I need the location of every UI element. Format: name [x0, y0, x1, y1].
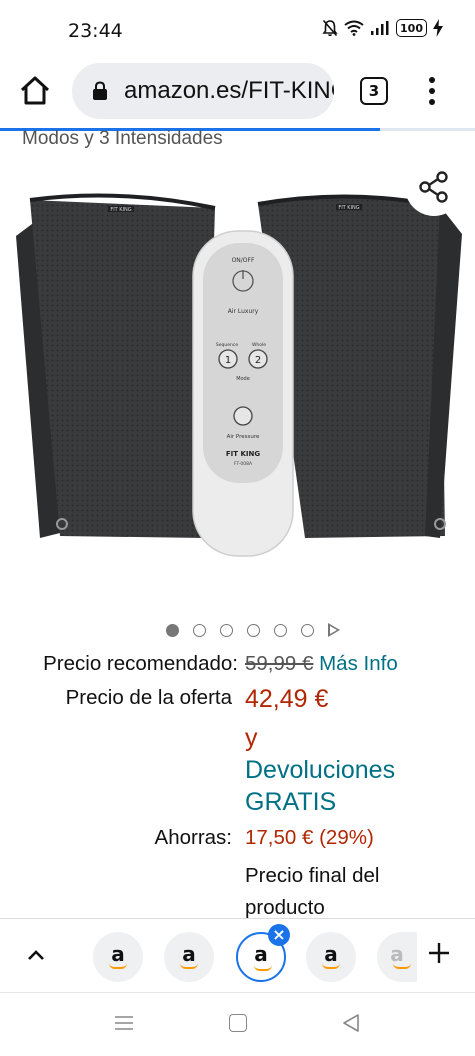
list-price-label: Precio recomendado: [43, 652, 238, 675]
back-icon[interactable] [342, 1013, 360, 1033]
product-image[interactable]: FIT KING FIT KING ON/OFF Air Luxury Sequ… [0, 158, 475, 598]
carousel-dot[interactable] [300, 623, 314, 637]
savings-label: Ahorras: [154, 826, 232, 849]
list-price: 59,99 € [245, 652, 314, 675]
tab-thumbnail[interactable]: a [93, 932, 143, 982]
status-time: 23:44 [68, 20, 123, 42]
carousel-dot[interactable] [165, 623, 179, 637]
carousel-dot[interactable] [273, 623, 287, 637]
amazon-logo-icon: a [111, 942, 125, 966]
svg-text:FIT KING: FIT KING [226, 450, 260, 458]
svg-text:Air Pressure: Air Pressure [227, 434, 260, 440]
brand-tag-right: FIT KING [338, 205, 359, 211]
product-title-fragment: Modos y 3 Intensidades [22, 128, 223, 149]
svg-text:2: 2 [255, 355, 261, 366]
tab-strip: a a a a a × [0, 918, 475, 992]
status-bar: 23:44 100 [0, 0, 475, 60]
tab-thumbnail[interactable]: a [164, 932, 214, 982]
svg-text:ON/OFF: ON/OFF [232, 257, 255, 264]
share-icon [419, 171, 448, 203]
tab-thumbnail[interactable]: a [306, 932, 356, 982]
system-home-icon[interactable] [229, 1014, 247, 1032]
amazon-logo-icon: a [324, 942, 338, 966]
carousel-dot[interactable] [246, 623, 260, 637]
system-nav-bar [0, 992, 475, 1056]
carousel-dot[interactable] [192, 623, 206, 637]
image-carousel-indicator [0, 620, 475, 640]
status-icons: 100 [322, 19, 443, 37]
svg-text:FT-008A: FT-008A [234, 461, 253, 467]
recents-icon[interactable] [114, 1015, 134, 1031]
savings-value: 17,50 € (29%) [245, 826, 374, 849]
deal-price: 42,49 € [245, 685, 329, 713]
amazon-logo-icon: a [254, 942, 268, 966]
wifi-icon [344, 20, 364, 36]
svg-text:1: 1 [225, 355, 231, 366]
and-text: y [245, 724, 258, 752]
battery-icon: 100 [396, 19, 427, 37]
tab-switcher-button[interactable]: 3 [360, 77, 388, 105]
tab-thumbnail[interactable]: a [377, 932, 417, 982]
overflow-menu-icon[interactable] [424, 74, 440, 108]
address-bar[interactable]: amazon.es/FIT-KING [72, 63, 334, 119]
deal-price-label: Precio de la oferta [65, 686, 232, 709]
amazon-logo-icon: a [182, 942, 196, 966]
more-info-link[interactable]: Más Info [319, 652, 398, 675]
mute-icon [322, 19, 338, 37]
svg-text:Mode: Mode [236, 376, 250, 382]
svg-text:Sequence: Sequence [216, 342, 238, 348]
final-price-note-line2: producto [245, 896, 325, 919]
chevron-up-icon[interactable] [26, 945, 46, 965]
free-returns-link[interactable]: Devoluciones [245, 754, 395, 786]
home-icon[interactable] [18, 74, 52, 108]
browser-toolbar: amazon.es/FIT-KING 3 [0, 60, 475, 124]
play-icon[interactable] [327, 623, 340, 637]
lock-icon [93, 81, 107, 100]
amazon-logo-icon: a [390, 942, 404, 966]
charging-icon [433, 19, 443, 37]
free-returns-link-2[interactable]: GRATIS [245, 786, 336, 818]
new-tab-plus-icon[interactable] [427, 941, 451, 965]
url-text: amazon.es/FIT-KING [124, 77, 334, 104]
share-button[interactable] [405, 158, 463, 216]
svg-text:Air Luxury: Air Luxury [228, 308, 259, 315]
svg-text:Whole: Whole [252, 342, 266, 348]
signal-icon [371, 21, 389, 35]
carousel-dot[interactable] [219, 623, 233, 637]
brand-tag-left: FIT KING [110, 207, 131, 213]
list-price-values: 59,99 € Más Info [245, 652, 398, 676]
final-price-note-line1: Precio final del [245, 864, 380, 887]
close-tab-icon[interactable]: × [268, 924, 290, 946]
